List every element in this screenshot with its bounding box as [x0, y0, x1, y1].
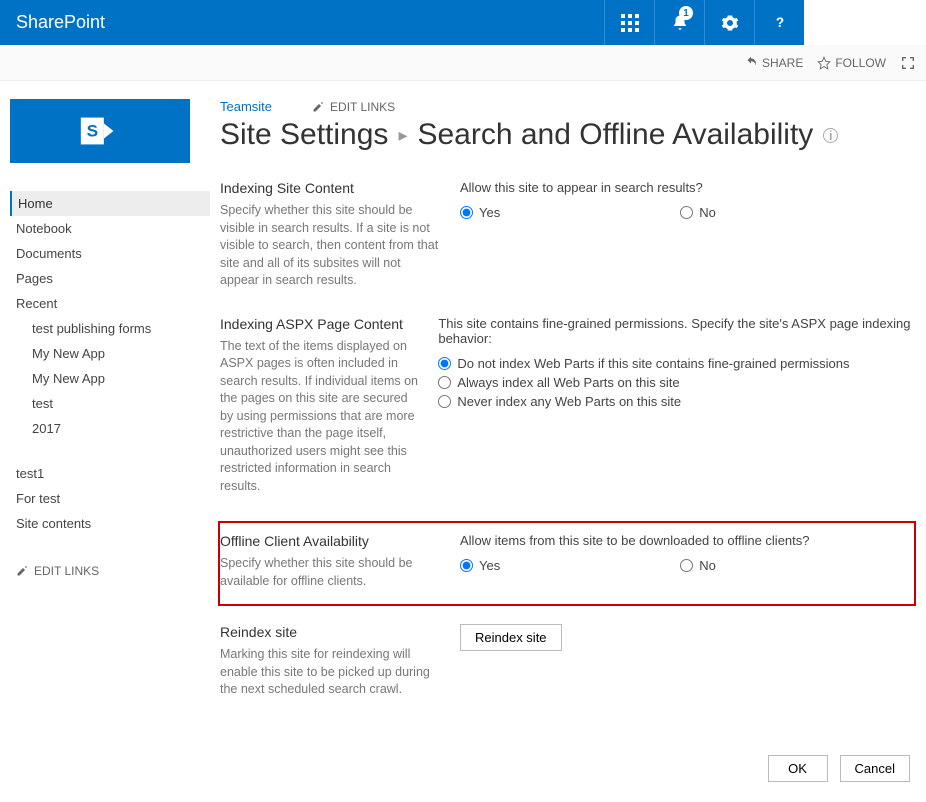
section-indexing-aspx: Indexing ASPX Page Content The text of t… — [220, 316, 916, 496]
brand-label: SharePoint — [0, 12, 105, 33]
nav-item-documents[interactable]: Documents — [10, 241, 210, 266]
pencil-icon — [16, 565, 28, 577]
edit-links-top[interactable]: EDIT LINKS — [312, 100, 395, 114]
footer-buttons: OK Cancel — [0, 725, 926, 802]
breadcrumb-separator-icon: ▸ — [398, 125, 407, 146]
nav-recent-item[interactable]: My New App — [10, 341, 210, 366]
action-bar: SHARE FOLLOW — [0, 45, 926, 81]
aspx-opt-2[interactable]: Always index all Web Parts on this site — [438, 375, 916, 390]
nav-item-pages[interactable]: Pages — [10, 266, 210, 291]
question-icon: ? — [771, 14, 789, 32]
radio-input[interactable] — [680, 206, 693, 219]
notifications-button[interactable]: 1 — [654, 0, 704, 45]
index-site-no[interactable]: No — [680, 205, 716, 220]
section-indexing-site: Indexing Site Content Specify whether th… — [220, 180, 916, 290]
section-desc: Specify whether this site should be avai… — [220, 555, 442, 590]
nav-recent-item[interactable]: 2017 — [10, 416, 210, 441]
suite-bar: SharePoint 1 ? — [0, 0, 926, 45]
focus-icon — [900, 55, 916, 71]
nav-recent-item[interactable]: test publishing forms — [10, 316, 210, 341]
edit-links-top-label: EDIT LINKS — [330, 100, 395, 114]
edit-links-label: EDIT LINKS — [34, 564, 99, 578]
aspx-opt-1[interactable]: Do not index Web Parts if this site cont… — [438, 356, 916, 371]
index-site-yes[interactable]: Yes — [460, 205, 500, 220]
radio-input[interactable] — [438, 395, 451, 408]
ok-button[interactable]: OK — [768, 755, 828, 782]
nav-item-recent[interactable]: Recent — [10, 291, 210, 316]
radio-input[interactable] — [680, 559, 693, 572]
section-desc: Marking this site for reindexing will en… — [220, 646, 442, 699]
quick-launch-nav-lower: test1 For test Site contents — [10, 461, 210, 536]
section-desc: Specify whether this site should be visi… — [220, 202, 442, 290]
offline-no[interactable]: No — [680, 558, 716, 573]
section-heading: Reindex site — [220, 624, 442, 640]
settings-button[interactable] — [704, 0, 754, 45]
notification-badge: 1 — [679, 6, 693, 20]
nav-recent-item[interactable]: test — [10, 391, 210, 416]
section-offline: Offline Client Availability Specify whet… — [220, 533, 904, 590]
info-icon[interactable]: i — [823, 128, 838, 143]
reindex-button[interactable]: Reindex site — [460, 624, 562, 651]
pencil-icon — [312, 101, 324, 113]
waffle-icon — [621, 14, 639, 32]
share-button[interactable]: SHARE — [744, 56, 803, 70]
radio-input[interactable] — [438, 357, 451, 370]
suite-end-spacer — [804, 0, 926, 45]
radio-input[interactable] — [438, 376, 451, 389]
nav-item-home[interactable]: Home — [10, 191, 210, 216]
section-heading: Indexing Site Content — [220, 180, 442, 196]
breadcrumb-site-link[interactable]: Teamsite — [220, 99, 272, 114]
follow-label: FOLLOW — [835, 56, 886, 70]
breadcrumb-row: Teamsite EDIT LINKS — [220, 99, 916, 114]
nav-item-notebook[interactable]: Notebook — [10, 216, 210, 241]
star-icon — [817, 56, 831, 70]
section-reindex: Reindex site Marking this site for reind… — [220, 624, 916, 699]
highlight-box: Offline Client Availability Specify whet… — [218, 521, 916, 606]
share-label: SHARE — [762, 56, 803, 70]
offline-question: Allow items from this site to be downloa… — [460, 533, 904, 548]
share-icon — [744, 56, 758, 70]
radio-input[interactable] — [460, 206, 473, 219]
app-launcher-button[interactable] — [604, 0, 654, 45]
quick-launch-nav: Home Notebook Documents Pages Recent tes… — [10, 191, 210, 441]
nav-item[interactable]: For test — [10, 486, 210, 511]
section-desc: The text of the items displayed on ASPX … — [220, 338, 420, 496]
nav-recent-item[interactable]: My New App — [10, 366, 210, 391]
gear-icon — [721, 14, 739, 32]
section-heading: Offline Client Availability — [220, 533, 442, 549]
cancel-button[interactable]: Cancel — [840, 755, 910, 782]
nav-item-site-contents[interactable]: Site contents — [10, 511, 210, 536]
site-logo[interactable]: S — [10, 99, 190, 163]
focus-button[interactable] — [900, 55, 916, 71]
main-content: Teamsite EDIT LINKS Site Settings ▸ Sear… — [210, 99, 916, 725]
svg-text:?: ? — [775, 14, 783, 29]
aspx-opt-3[interactable]: Never index any Web Parts on this site — [438, 394, 916, 409]
title-page: Search and Offline Availability — [417, 118, 813, 152]
page-title: Site Settings ▸ Search and Offline Avail… — [220, 118, 916, 152]
offline-yes[interactable]: Yes — [460, 558, 500, 573]
nav-item[interactable]: test1 — [10, 461, 210, 486]
help-button[interactable]: ? — [754, 0, 804, 45]
radio-input[interactable] — [460, 559, 473, 572]
left-column: S Home Notebook Documents Pages Recent t… — [10, 99, 210, 725]
index-aspx-question: This site contains fine-grained permissi… — [438, 316, 916, 346]
follow-button[interactable]: FOLLOW — [817, 56, 886, 70]
svg-text:S: S — [87, 121, 99, 141]
section-heading: Indexing ASPX Page Content — [220, 316, 420, 332]
sharepoint-icon: S — [77, 108, 123, 154]
edit-links-button[interactable]: EDIT LINKS — [10, 556, 210, 586]
title-parent: Site Settings — [220, 118, 388, 152]
index-site-question: Allow this site to appear in search resu… — [460, 180, 916, 195]
